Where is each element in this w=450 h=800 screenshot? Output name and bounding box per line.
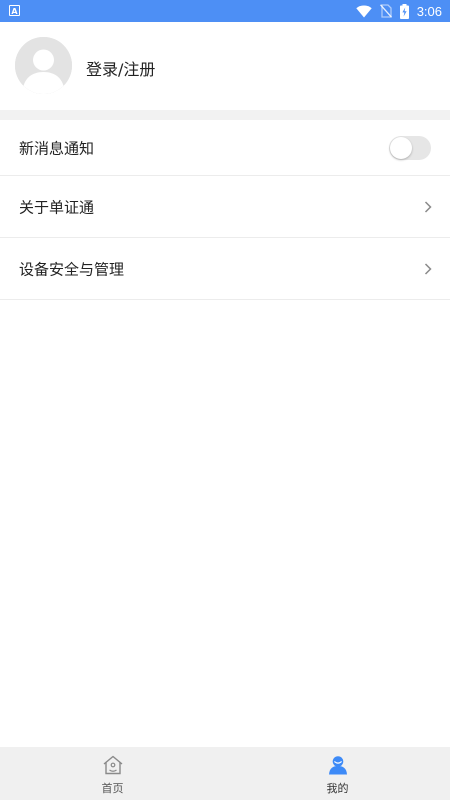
status-bar: A 3:06	[0, 0, 450, 22]
menu-item-device-security[interactable]: 设备安全与管理	[0, 238, 450, 300]
settings-menu: 新消息通知 关于单证通 设备安全与管理	[0, 120, 450, 300]
menu-item-about[interactable]: 关于单证通	[0, 176, 450, 238]
status-icons: 3:06	[355, 0, 442, 22]
tab-mine-label: 我的	[326, 782, 349, 795]
user-avatar-icon[interactable]	[15, 37, 72, 94]
no-sim-icon	[379, 4, 392, 18]
chevron-right-icon	[424, 200, 432, 213]
notification-toggle[interactable]	[389, 135, 431, 160]
user-icon	[328, 756, 347, 775]
battery-charging-icon	[399, 3, 409, 19]
wifi-icon	[355, 5, 372, 17]
section-divider	[0, 110, 450, 120]
bottom-nav: 首页 我的	[0, 747, 450, 800]
menu-item-notifications[interactable]: 新消息通知	[0, 120, 450, 176]
chevron-right-icon	[424, 262, 432, 275]
menu-item-label: 关于单证通	[19, 198, 95, 216]
toggle-knob	[390, 136, 412, 159]
login-register-link[interactable]: 登录/注册	[86, 56, 155, 80]
tab-mine[interactable]: 我的	[225, 747, 450, 800]
menu-item-label: 设备安全与管理	[19, 260, 125, 278]
tab-home-label: 首页	[101, 782, 124, 795]
app-notification-icon: A	[9, 5, 20, 16]
status-time: 3:06	[416, 3, 442, 19]
profile-header[interactable]: 登录/注册	[0, 22, 450, 110]
tab-home[interactable]: 首页	[0, 747, 225, 800]
menu-item-label: 新消息通知	[19, 139, 95, 157]
home-icon	[103, 755, 122, 775]
